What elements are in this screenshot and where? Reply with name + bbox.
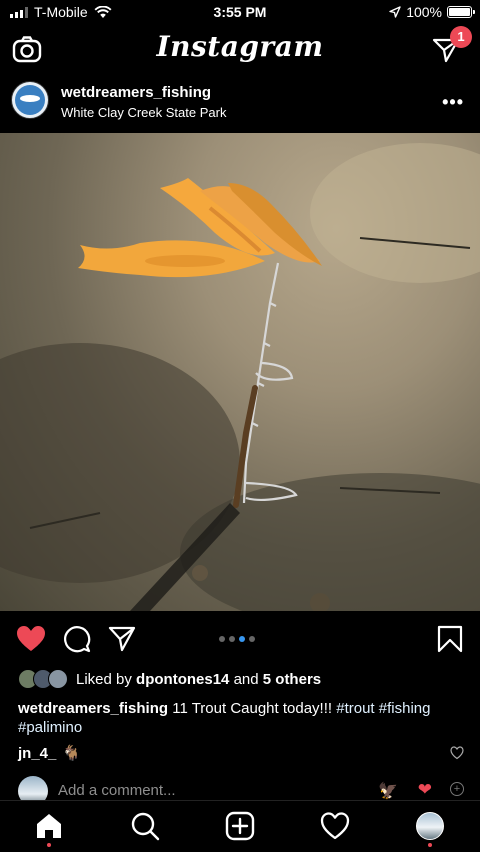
bottom-tab-bar <box>0 800 480 852</box>
comment-text: 🐐 <box>62 745 82 762</box>
post-username[interactable]: wetdreamers_fishing <box>61 84 211 101</box>
trout-fish <box>78 178 322 278</box>
home-active-dot <box>47 843 51 847</box>
caption-text: 11 Trout Caught today!!! <box>172 700 333 717</box>
add-comment-input[interactable]: Add a comment... <box>58 782 176 799</box>
caption-username[interactable]: wetdreamers_fishing <box>18 700 168 717</box>
profile-avatar-tab[interactable] <box>416 812 444 840</box>
home-icon[interactable] <box>34 811 64 841</box>
add-emoji-icon[interactable]: + <box>450 782 464 796</box>
search-icon[interactable] <box>130 811 160 841</box>
location-arrow-icon <box>389 6 401 18</box>
new-post-icon[interactable] <box>225 811 255 841</box>
share-icon[interactable] <box>108 625 136 653</box>
likes-row[interactable]: Liked by dpontones14 and 5 others <box>18 667 321 691</box>
quick-emoji-heart[interactable]: ❤ <box>418 780 432 800</box>
quick-emoji-eagle[interactable]: 🦅 <box>378 781 398 801</box>
liker-avatars <box>18 669 70 689</box>
carousel-dot <box>229 636 235 642</box>
likes-and: and <box>233 670 259 688</box>
status-bar: T-Mobile 3:55 PM 100% <box>0 0 480 26</box>
profile-notification-dot <box>428 843 432 847</box>
more-options-icon[interactable]: ••• <box>442 92 464 113</box>
activity-heart-icon[interactable] <box>320 811 350 841</box>
post-caption: wetdreamers_fishing 11 Trout Caught toda… <box>18 699 458 737</box>
likes-prefix: Liked by <box>76 670 132 688</box>
carousel-dot-active <box>239 636 245 642</box>
likes-others[interactable]: 5 others <box>263 671 321 688</box>
like-heart-icon[interactable] <box>16 625 46 653</box>
comment-username[interactable]: jn_4_ <box>18 745 56 762</box>
carousel-dot <box>219 636 225 642</box>
battery-percent: 100% <box>406 4 442 20</box>
carousel-dot <box>249 636 255 642</box>
instagram-logo: Instagram <box>156 30 324 63</box>
poster-avatar[interactable] <box>11 81 49 119</box>
carousel-indicator <box>219 636 255 642</box>
battery-icon <box>447 6 475 18</box>
post-photo[interactable] <box>0 133 480 611</box>
post-header: wetdreamers_fishing White Clay Creek Sta… <box>0 78 480 133</box>
post-location[interactable]: White Clay Creek State Park <box>61 105 226 120</box>
comment-row: jn_4_ 🐐 <box>18 744 81 762</box>
notification-badge: 1 <box>450 26 472 48</box>
status-right: 100% <box>389 4 475 20</box>
comment-icon[interactable] <box>63 625 91 653</box>
comment-like-icon[interactable] <box>450 746 464 760</box>
post-actions <box>0 611 480 667</box>
photo-scene <box>0 143 480 611</box>
top-nav: Instagram 1 <box>0 26 480 76</box>
save-bookmark-icon[interactable] <box>437 625 463 653</box>
chain-stringer <box>242 262 298 504</box>
liked-user[interactable]: dpontones14 <box>136 671 229 688</box>
